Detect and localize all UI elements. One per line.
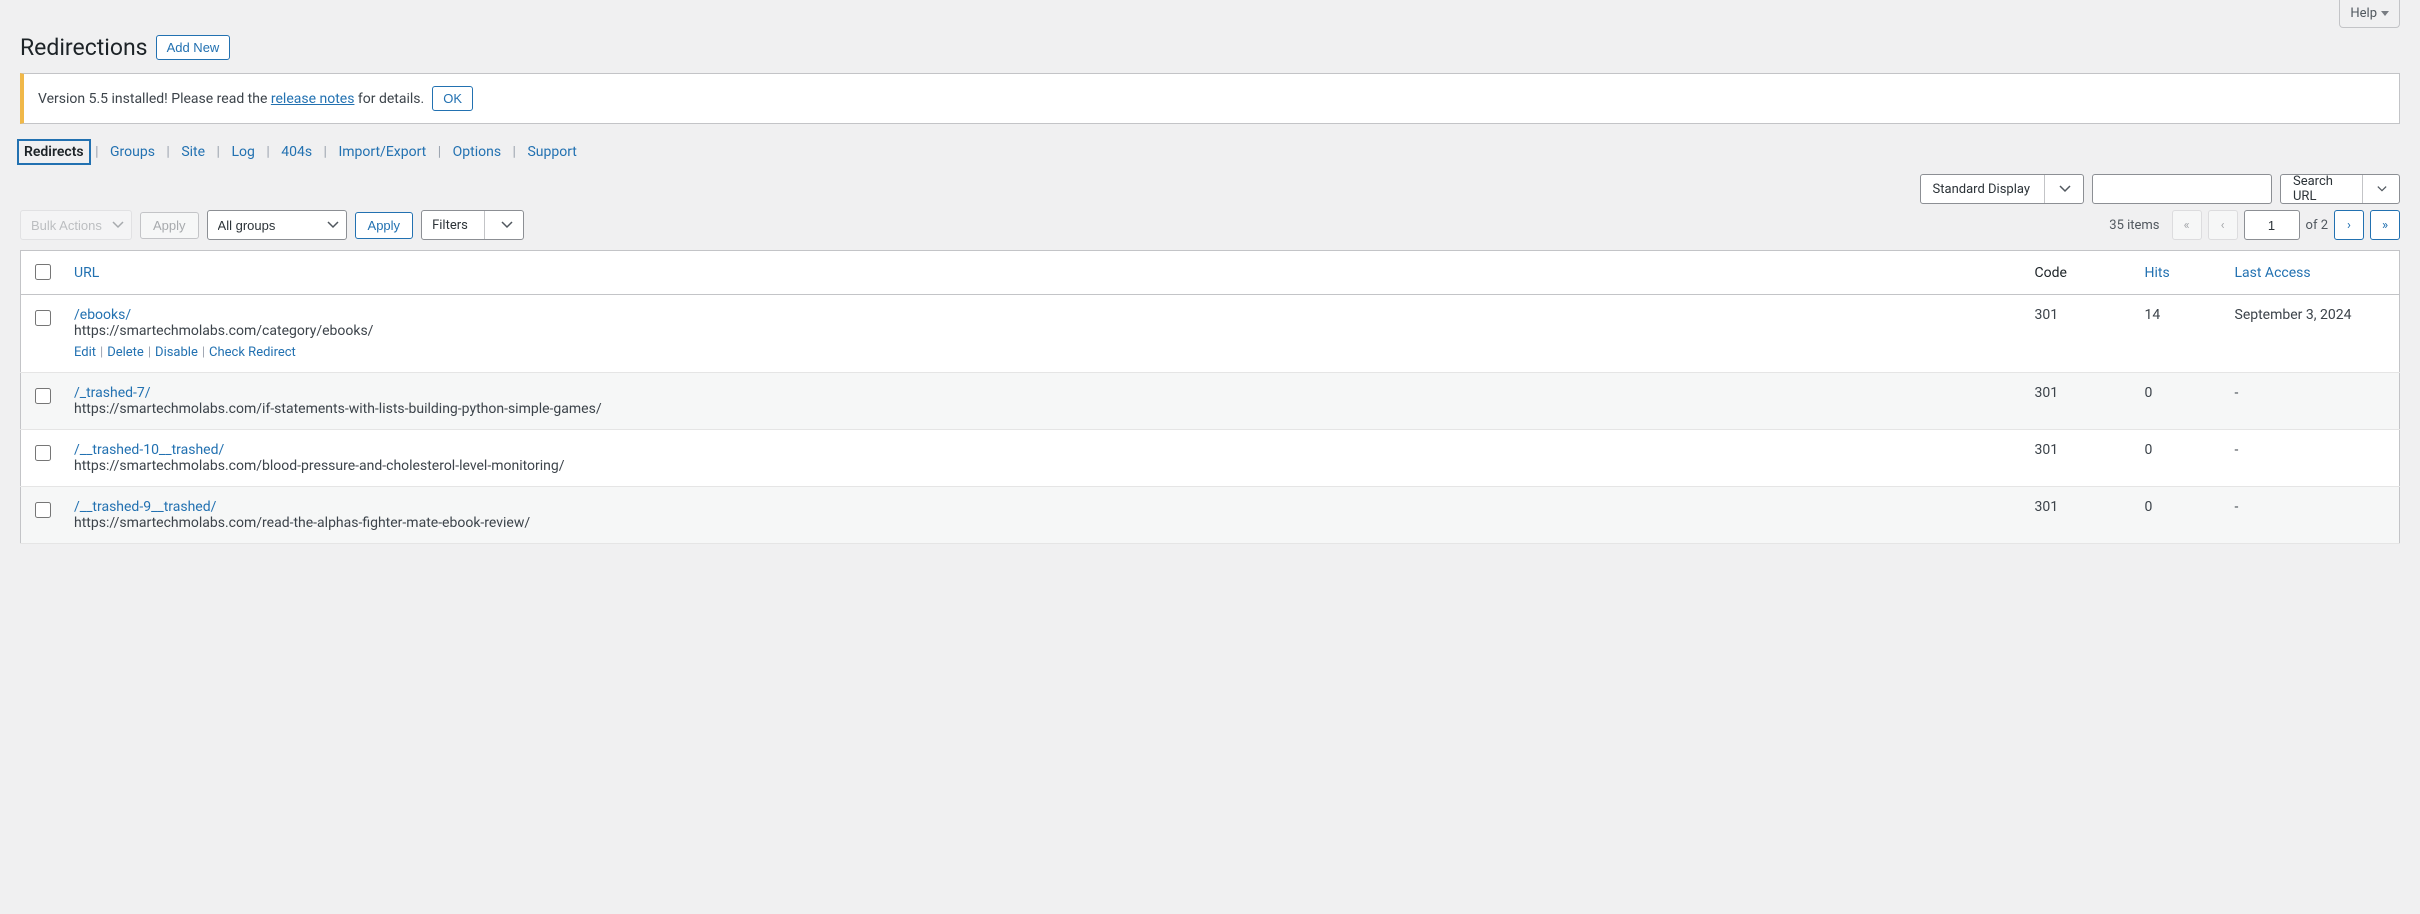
code-cell: 301 <box>2025 373 2135 430</box>
page-first-button: « <box>2172 210 2202 240</box>
row-checkbox[interactable] <box>35 502 51 518</box>
page-prev-button: ‹ <box>2208 210 2238 240</box>
col-url-header[interactable]: URL <box>74 265 99 281</box>
update-notice: Version 5.5 installed! Please read the r… <box>20 73 2400 124</box>
last-access-cell: - <box>2225 373 2400 430</box>
redirect-source-url[interactable]: /ebooks/ <box>74 307 131 323</box>
table-row: /__trashed-10__trashed/https://smartechm… <box>21 430 2400 487</box>
release-notes-link[interactable]: release notes <box>271 91 355 107</box>
subnav-support[interactable]: Support <box>523 142 580 162</box>
bulk-actions-select[interactable]: Bulk Actions <box>20 210 132 240</box>
last-access-cell: - <box>2225 430 2400 487</box>
col-code-header: Code <box>2025 251 2135 295</box>
check-redirect-link[interactable]: Check Redirect <box>209 345 296 360</box>
redirect-target-url: https://smartechmolabs.com/blood-pressur… <box>74 458 2015 474</box>
delete-link[interactable]: Delete <box>107 345 144 360</box>
chevron-down-icon <box>2377 183 2387 195</box>
page-of-label: of 2 <box>2306 218 2328 233</box>
table-row: /ebooks/https://smartechmolabs.com/categ… <box>21 295 2400 373</box>
display-mode-label: Standard Display <box>1933 182 2030 197</box>
add-new-button[interactable]: Add New <box>156 35 231 60</box>
redirect-source-url[interactable]: /__trashed-10__trashed/ <box>74 442 224 458</box>
hits-cell: 0 <box>2135 430 2225 487</box>
filters-button[interactable]: Filters <box>421 210 524 240</box>
subnav-site[interactable]: Site <box>177 142 209 162</box>
hits-cell: 14 <box>2135 295 2225 373</box>
display-mode-select[interactable]: Standard Display <box>1920 174 2084 204</box>
redirect-source-url[interactable]: /__trashed-9__trashed/ <box>74 499 216 515</box>
chevron-down-icon <box>501 219 513 231</box>
select-all-checkbox[interactable] <box>35 264 51 280</box>
subnav-import-export[interactable]: Import/Export <box>334 142 430 162</box>
search-url-button[interactable]: Search URL <box>2280 174 2400 204</box>
col-hits-header[interactable]: Hits <box>2145 265 2170 281</box>
redirect-target-url: https://smartechmolabs.com/if-statements… <box>74 401 2015 417</box>
redirects-table: URL Code Hits Last Access /ebooks/https:… <box>20 250 2400 544</box>
caret-down-icon <box>2381 11 2389 16</box>
chevron-down-icon <box>2059 183 2071 195</box>
search-input[interactable] <box>2092 174 2272 204</box>
help-tab[interactable]: Help <box>2339 0 2400 28</box>
help-label: Help <box>2350 6 2377 21</box>
page-number-input[interactable] <box>2244 210 2300 240</box>
code-cell: 301 <box>2025 430 2135 487</box>
row-checkbox[interactable] <box>35 310 51 326</box>
redirect-target-url: https://smartechmolabs.com/read-the-alph… <box>74 515 2015 531</box>
row-actions: Edit|Delete|Disable|Check Redirect <box>74 345 2015 360</box>
redirect-source-url[interactable]: /_trashed-7/ <box>74 385 151 401</box>
subnav-404s[interactable]: 404s <box>277 142 316 162</box>
row-checkbox[interactable] <box>35 388 51 404</box>
edit-link[interactable]: Edit <box>74 345 96 360</box>
page-next-button[interactable]: › <box>2334 210 2364 240</box>
redirect-target-url: https://smartechmolabs.com/category/eboo… <box>74 323 2015 339</box>
bulk-apply-button[interactable]: Apply <box>140 212 199 239</box>
filters-label: Filters <box>432 218 468 233</box>
subnav-options[interactable]: Options <box>449 142 505 162</box>
notice-prefix: Version 5.5 installed! Please read the <box>38 91 271 107</box>
subnav-log[interactable]: Log <box>227 142 258 162</box>
subnav-redirects[interactable]: Redirects <box>20 142 88 162</box>
hits-cell: 0 <box>2135 373 2225 430</box>
col-last-access-header[interactable]: Last Access <box>2235 265 2311 281</box>
last-access-cell: September 3, 2024 <box>2225 295 2400 373</box>
page-title: Redirections <box>20 34 148 61</box>
hits-cell: 0 <box>2135 487 2225 544</box>
row-checkbox[interactable] <box>35 445 51 461</box>
subnav: Redirects | Groups | Site | Log | 404s |… <box>20 144 2400 160</box>
disable-link[interactable]: Disable <box>155 345 198 360</box>
search-btn-label: Search URL <box>2293 174 2348 204</box>
table-row: /_trashed-7/https://smartechmolabs.com/i… <box>21 373 2400 430</box>
items-count: 35 items <box>2109 218 2159 233</box>
notice-ok-button[interactable]: OK <box>432 86 473 111</box>
code-cell: 301 <box>2025 295 2135 373</box>
table-row: /__trashed-9__trashed/https://smartechmo… <box>21 487 2400 544</box>
subnav-groups[interactable]: Groups <box>106 142 159 162</box>
code-cell: 301 <box>2025 487 2135 544</box>
last-access-cell: - <box>2225 487 2400 544</box>
notice-suffix: for details. <box>354 91 424 107</box>
groups-select[interactable]: All groups <box>207 210 347 240</box>
groups-apply-button[interactable]: Apply <box>355 212 414 239</box>
page-last-button[interactable]: » <box>2370 210 2400 240</box>
